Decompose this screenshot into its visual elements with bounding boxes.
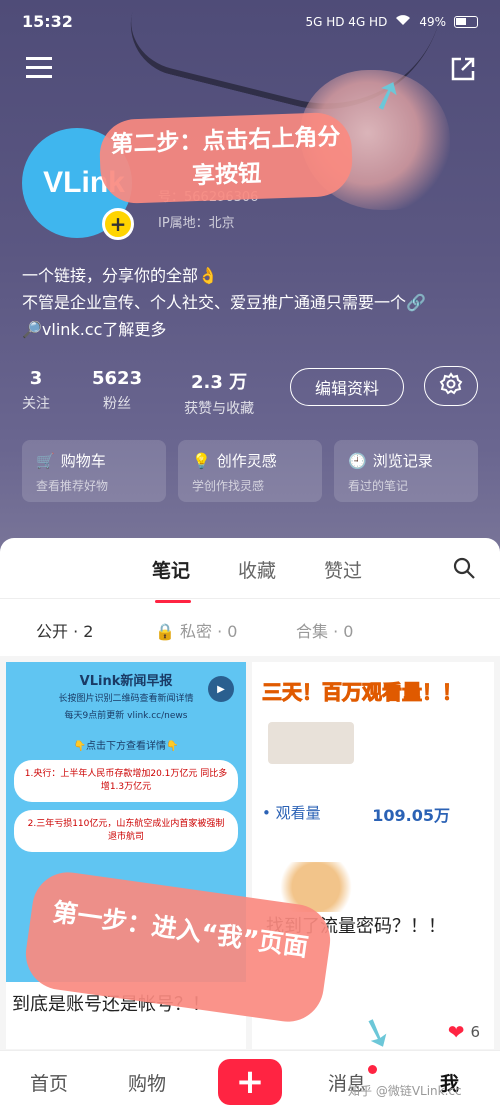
menu-icon[interactable] — [26, 56, 52, 82]
stat-label: 关注 — [22, 396, 50, 412]
card-title: 浏览记录 — [372, 452, 433, 470]
edit-profile-button[interactable]: 编辑资料 — [290, 368, 404, 406]
stat-label: 获赞与收藏 — [184, 401, 255, 417]
bulb-icon: 💡 — [192, 451, 211, 470]
play-icon: ▶ — [208, 676, 234, 702]
unread-dot — [368, 1065, 377, 1074]
create-post-button[interactable]: + — [218, 1059, 282, 1105]
feature-cards: 🛒 购物车 查看推荐好物 💡 创作灵感 学创作找灵感 🕘 浏览记录 看过的笔记 — [22, 440, 478, 502]
wifi-icon — [395, 14, 411, 29]
settings-button[interactable] — [424, 366, 478, 406]
stat-followers[interactable]: 5623 粉丝 — [92, 368, 142, 418]
share-icon[interactable] — [450, 56, 476, 86]
views-label: • 观看量 — [262, 804, 321, 822]
battery-icon — [454, 15, 478, 28]
bio-line: 一个链接，分享你的全部👌 — [22, 266, 218, 285]
divider — [0, 598, 500, 599]
news-item: 2.三年亏损110亿元，山东航空成业内首家被强制退市航司 — [14, 810, 238, 852]
like-count[interactable]: ❤ 6 — [448, 1020, 480, 1044]
card-title: 创作灵感 — [216, 452, 277, 470]
network-indicator: 5G HD 4G HD — [305, 14, 388, 29]
tab-liked[interactable]: 赞过 — [324, 556, 362, 583]
stat-label: 粉丝 — [103, 396, 132, 412]
clock-icon: 🕘 — [348, 451, 367, 470]
stat-number: 3 — [29, 368, 43, 389]
watermark: 知乎 @微链VLink.cc — [348, 1084, 462, 1098]
cover-hint: 👇点击下方查看详情👇 — [73, 741, 179, 752]
nav-home[interactable]: 首页 — [30, 1069, 68, 1096]
add-avatar-button[interactable]: + — [102, 208, 134, 240]
status-time: 15:32 — [22, 12, 73, 31]
nav-shop[interactable]: 购物 — [128, 1069, 166, 1096]
stat-following[interactable]: 3 关注 — [22, 368, 50, 418]
content-sheet: 笔记 收藏 赞过 公开 · 2 🔒 私密 · 0 合集 · 0 VLink新闻早… — [0, 538, 500, 1111]
gear-icon — [439, 372, 463, 400]
tab-notes[interactable]: 笔记 — [152, 556, 190, 583]
card-subtitle: 学创作找灵感 — [192, 479, 265, 493]
tab-collections[interactable]: 收藏 — [238, 556, 276, 583]
card-inspiration[interactable]: 💡 创作灵感 学创作找灵感 — [178, 440, 322, 502]
card-subtitle: 查看推荐好物 — [36, 479, 109, 493]
filter-private[interactable]: 🔒 私密 · 0 — [155, 618, 237, 642]
like-number: 6 — [470, 1023, 480, 1041]
heart-icon: ❤ — [447, 1020, 465, 1044]
stat-number: 5623 — [92, 368, 143, 389]
bio-line: 🔎vlink.cc了解更多 — [22, 320, 167, 339]
cart-icon: 🛒 — [36, 451, 55, 470]
stats-row: 3 关注 5623 粉丝 2.3 万 获赞与收藏 — [22, 368, 254, 418]
card-cart[interactable]: 🛒 购物车 查看推荐好物 — [22, 440, 166, 502]
profile-header: 15:32 5G HD 4G HD 49% VLink + 号：56629630… — [0, 0, 500, 560]
bottom-nav: 首页 购物 + 消息 我 — [0, 1050, 500, 1111]
search-icon[interactable] — [452, 556, 476, 584]
filter-public[interactable]: 公开 · 2 — [36, 618, 93, 642]
filter-collection[interactable]: 合集 · 0 — [296, 618, 353, 642]
promo-banner: 三天！百万观看量！！ — [252, 662, 494, 712]
cover-subtitle: 每天9点前更新 vlink.cc/news — [64, 711, 188, 721]
card-history[interactable]: 🕘 浏览记录 看过的笔记 — [334, 440, 478, 502]
status-icons: 5G HD 4G HD 49% — [305, 14, 478, 29]
content-tabs: 笔记 收藏 赞过 — [0, 556, 500, 603]
note-cover-image — [268, 722, 354, 764]
card-subtitle: 看过的笔记 — [348, 479, 409, 493]
ip-location: IP属地：北京 — [158, 216, 235, 231]
tab-indicator — [155, 600, 191, 603]
news-item: 1.央行：上半年人民币存款增加20.1万亿元 同比多增1.3万亿元 — [14, 760, 238, 802]
card-title: 购物车 — [60, 452, 106, 470]
bio-line: 不管是企业宣传、个人社交、爱豆推广通通只需要一个🔗 — [22, 293, 426, 312]
battery-level: 49% — [419, 14, 446, 29]
stat-number: 2.3 万 — [191, 372, 248, 393]
bio: 一个链接，分享你的全部👌 不管是企业宣传、个人社交、爱豆推广通通只需要一个🔗 🔎… — [22, 262, 426, 343]
annotation-step2: 第二步：点击右上角分享按钮 — [98, 111, 354, 205]
views-value: 109.05万 — [372, 806, 450, 825]
stat-likes[interactable]: 2.3 万 获赞与收藏 — [184, 368, 254, 418]
